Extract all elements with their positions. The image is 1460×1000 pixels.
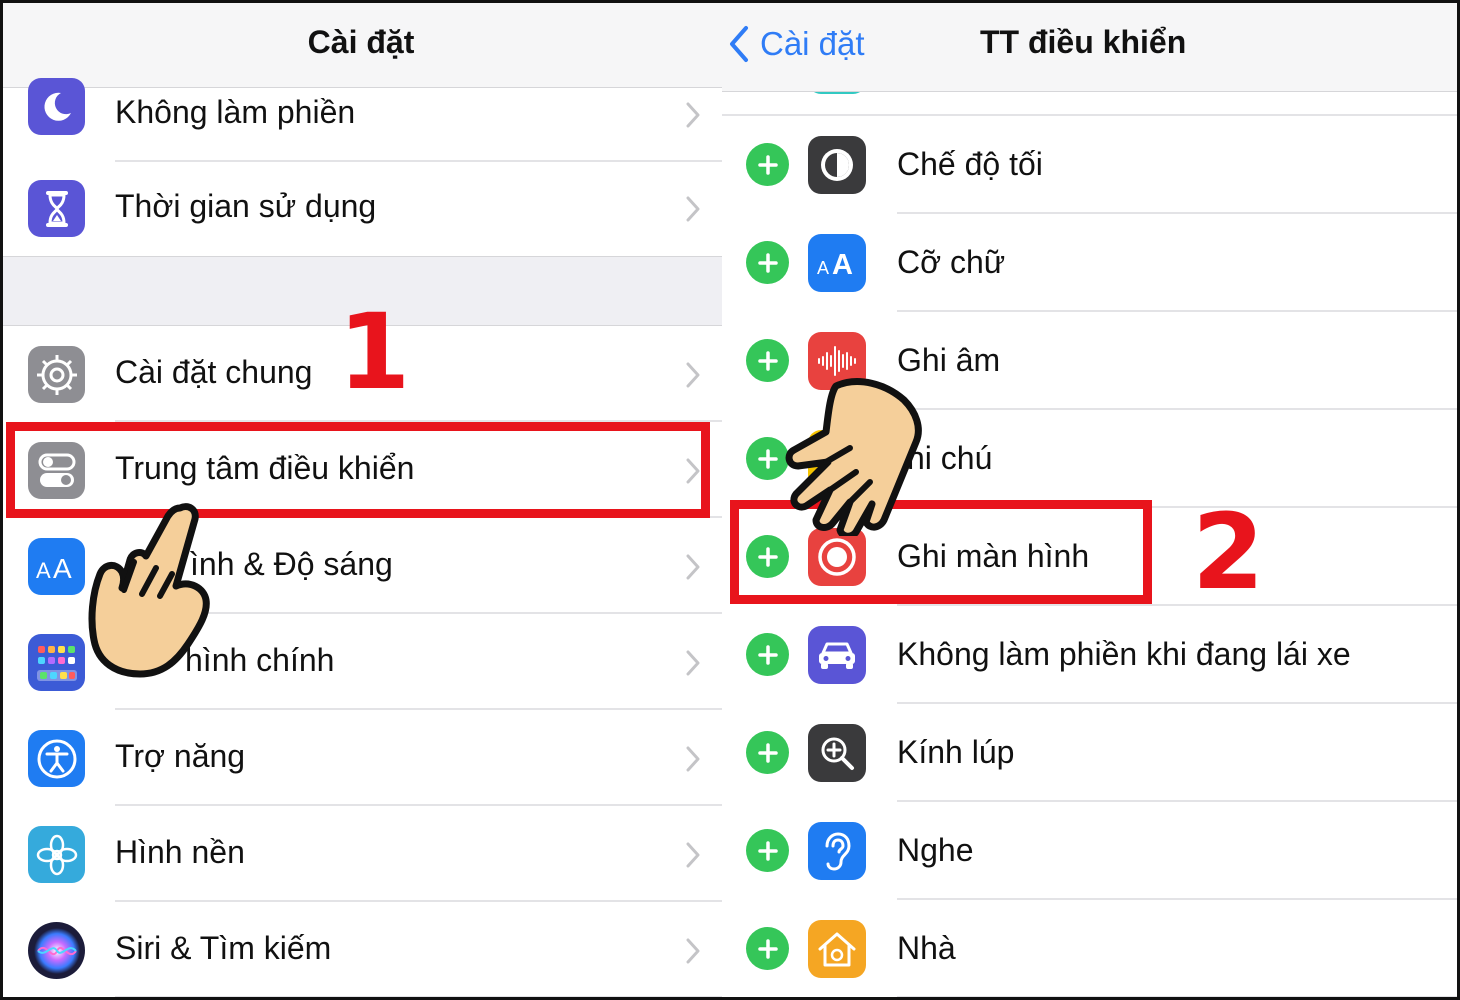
control-item-label: Nhà [897, 930, 956, 966]
plus-icon [757, 350, 778, 371]
chevron-right-icon [686, 458, 700, 484]
add-control-button[interactable] [746, 927, 789, 970]
home-icon [808, 920, 866, 978]
control-item-label: Ghi màn hình [897, 538, 1090, 574]
text-size-icon: AA [808, 234, 866, 292]
settings-item-label: Thời gian sử dụng [115, 188, 377, 224]
add-control-button[interactable] [746, 241, 789, 284]
control-item-hearing: Nghe [722, 802, 1460, 900]
plus-icon [757, 840, 778, 861]
ear-icon [808, 822, 866, 880]
control-item-home: Nhà [722, 900, 1460, 998]
plus-icon [757, 252, 778, 273]
control-item-driving-focus: Không làm phiền khi đang lái xe [722, 606, 1460, 704]
chevron-right-icon [686, 362, 700, 388]
settings-item-wallpaper[interactable]: Hình nền [0, 806, 722, 902]
control-item-text-size: AA Cỡ chữ [722, 214, 1460, 312]
settings-item-screen-time[interactable]: Thời gian sử dụng [0, 160, 722, 256]
text-size-icon: AA [28, 538, 85, 595]
page-title: Cài đặt [307, 24, 415, 60]
settings-item-label: Không làm phiền [115, 94, 356, 130]
add-control-button[interactable] [746, 633, 789, 676]
screen-record-icon [808, 528, 866, 586]
control-item-label: Chế độ tối [897, 146, 1043, 182]
svg-text:A: A [832, 249, 853, 278]
settings-item-label: Hình nền [115, 834, 245, 870]
svg-text:A: A [53, 553, 72, 582]
settings-item-do-not-disturb[interactable]: Không làm phiền [0, 66, 722, 162]
gear-icon [28, 346, 85, 403]
page-title: TT điều khiển [980, 24, 1187, 60]
add-control-button[interactable] [746, 535, 789, 578]
chevron-right-icon [686, 196, 700, 222]
plus-icon [757, 154, 778, 175]
magnifier-icon [808, 724, 866, 782]
hand-pointer-icon [785, 378, 922, 536]
chevron-right-icon [686, 102, 700, 128]
control-item-label: Không làm phiền khi đang lái xe [897, 636, 1351, 672]
hourglass-icon [28, 180, 85, 237]
chevron-right-icon [686, 938, 700, 964]
dark-mode-icon [808, 136, 866, 194]
control-item-label: Kính lúp [897, 734, 1015, 770]
svg-text:A: A [817, 258, 829, 278]
settings-item-siri-search[interactable]: Siri & Tìm kiếm [0, 902, 722, 998]
plus-icon [757, 938, 778, 959]
settings-item-accessibility[interactable]: Trợ năng [0, 710, 722, 806]
step-number-1: 1 [338, 291, 411, 413]
plus-icon [757, 546, 778, 567]
settings-item-label: Trung tâm điều khiển [115, 450, 415, 486]
chevron-right-icon [686, 554, 700, 580]
back-button-label: Cài đặt [760, 25, 865, 62]
siri-icon [28, 922, 85, 979]
chevron-right-icon [686, 650, 700, 676]
control-center-navbar: Cài đặt TT điều khiển [722, 0, 1460, 92]
flower-icon [28, 826, 85, 883]
chevron-left-icon [730, 26, 748, 62]
svg-text:A: A [36, 558, 51, 582]
add-control-button[interactable] [746, 143, 789, 186]
chevron-right-icon [686, 842, 700, 868]
back-button[interactable]: Cài đặt [728, 22, 865, 66]
control-item-magnifier: Kính lúp [722, 704, 1460, 802]
accessibility-icon [28, 730, 85, 787]
add-control-button[interactable] [746, 829, 789, 872]
plus-icon [757, 742, 778, 763]
car-icon [808, 626, 866, 684]
control-item-label: Nghe [897, 832, 974, 868]
control-item-label: Cỡ chữ [897, 244, 1006, 280]
control-item-label: Ghi âm [897, 342, 1001, 378]
home-grid-icon [28, 634, 85, 691]
settings-item-label: Siri & Tìm kiếm [115, 930, 332, 966]
control-item-dark-mode: Chế độ tối [722, 116, 1460, 214]
moon-icon [28, 78, 85, 135]
add-control-button[interactable] [746, 731, 789, 774]
step-number-2: 2 [1192, 491, 1265, 613]
chevron-right-icon [686, 746, 700, 772]
settings-item-label: Trợ năng [115, 738, 246, 774]
toggle-switches-icon [28, 442, 85, 499]
hand-pointer-icon [88, 503, 210, 678]
settings-item-label: Cài đặt chung [115, 354, 313, 390]
plus-icon [757, 644, 778, 665]
